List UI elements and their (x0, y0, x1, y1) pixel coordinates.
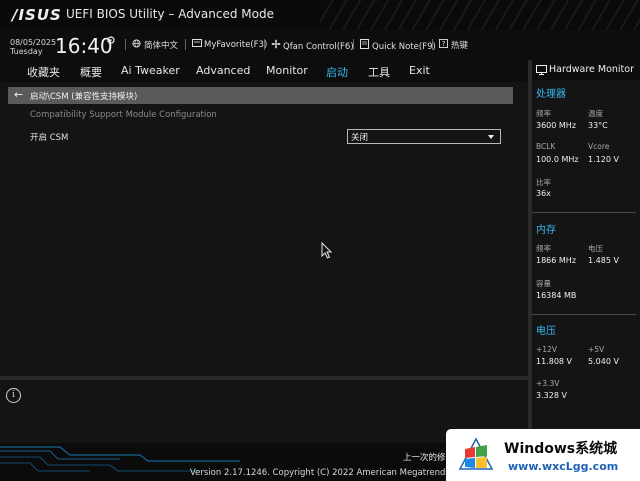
memory-frequency-value: 1866 MHz (536, 256, 577, 265)
tab-advanced[interactable]: Advanced (196, 64, 250, 77)
voltage-12v-label: +12V (536, 345, 557, 354)
monitor-icon (536, 65, 547, 75)
cpu-temperature-label: 温度 (588, 109, 603, 118)
vcore-label: Vcore (588, 142, 610, 151)
mouse-pointer-icon (321, 242, 332, 259)
windows-logo-icon (458, 437, 494, 470)
tab-boot[interactable]: 启动 (326, 64, 348, 80)
csm-dropdown[interactable]: 关闭 (347, 129, 501, 144)
divider (532, 212, 636, 213)
memory-frequency-label: 频率 (536, 244, 551, 253)
memory-capacity-label: 容量 (536, 279, 551, 288)
clock-settings-gear-icon[interactable]: ⚙ (106, 34, 116, 47)
svg-text:?: ? (442, 39, 446, 48)
cpu-ratio-value: 36x (536, 189, 551, 198)
memory-voltage-label: 电压 (588, 244, 603, 253)
last-modified-button[interactable]: 上一次的修 (403, 451, 446, 463)
memory-voltage-value: 1.485 V (588, 256, 619, 265)
hardware-monitor-header: Hardware Monitor (532, 60, 640, 80)
day-text: Tuesday (10, 47, 43, 56)
tab-tool[interactable]: 工具 (368, 64, 390, 80)
cpu-ratio-label: 比率 (536, 178, 551, 187)
section-header: Compatibility Support Module Configurati… (30, 110, 217, 120)
hotkey-icon: ? (438, 39, 449, 51)
divider (264, 39, 265, 50)
voltage-5v-value: 5.040 V (588, 357, 619, 366)
divider (185, 39, 186, 50)
clock: 16:40 (55, 34, 113, 58)
memory-section-title: 内存 (536, 225, 556, 236)
info-icon: i (6, 388, 21, 403)
divider (353, 39, 354, 50)
cpu-frequency-label: 频率 (536, 109, 551, 118)
date-text: 08/05/2025 (10, 38, 57, 47)
title-bar: /ISUS UEFI BIOS Utility – Advanced Mode (0, 0, 640, 30)
hotkeys-button[interactable]: ? 热键 (438, 39, 468, 51)
csm-setting-label: 开启 CSM (30, 133, 69, 143)
quick-note-label: Quick Note(F9) (372, 42, 436, 52)
myfavorite-label: MyFavorite(F3) (204, 40, 268, 50)
divider (532, 314, 636, 315)
tab-ai-tweaker[interactable]: Ai Tweaker (121, 64, 180, 77)
language-label: 简体中文 (144, 41, 179, 51)
tab-exit[interactable]: Exit (409, 64, 430, 77)
breadcrumb-label: 启动\CSM (兼容性支持模块) (30, 92, 138, 102)
title-bar-decoration (320, 0, 640, 30)
version-text: Version 2.17.1246. Copyright (C) 2022 Am… (190, 468, 464, 478)
cpu-section-title: 处理器 (536, 89, 566, 100)
qfan-control-label: Qfan Control(F6) (283, 42, 354, 52)
voltage-5v-label: +5V (588, 345, 605, 354)
info-bar: 08/05/2025 Tuesday 16:40 ⚙ 简体中文 MyFavori… (0, 30, 640, 60)
windows-watermark: Windows系统城 www.wxcLgg.com (446, 429, 640, 481)
hardware-monitor-panel: Hardware Monitor 处理器 频率 温度 3600 MHz 33°C… (532, 60, 640, 443)
favorite-icon (191, 39, 202, 50)
tab-favorites[interactable]: 收藏夹 (27, 64, 60, 80)
hardware-monitor-title: Hardware Monitor (549, 64, 634, 75)
voltage-3v3-value: 3.328 V (536, 391, 567, 400)
voltage-12v-value: 11.808 V (536, 357, 573, 366)
app-title: UEFI BIOS Utility – Advanced Mode (66, 7, 274, 21)
voltage-section-title: 电压 (536, 326, 556, 337)
qfan-control-button[interactable]: Qfan Control(F6) (270, 39, 354, 52)
divider (432, 39, 433, 50)
breadcrumb[interactable]: ← 启动\CSM (兼容性支持模块) (8, 87, 513, 104)
watermark-site-text: www.wxcLgg.com (508, 460, 619, 473)
myfavorite-button[interactable]: MyFavorite(F3) (191, 39, 267, 50)
hotkeys-label: 热键 (451, 41, 469, 51)
bclk-label: BCLK (536, 142, 556, 151)
date-display: 08/05/2025 Tuesday (10, 38, 56, 56)
note-icon (359, 39, 370, 52)
cpu-frequency-value: 3600 MHz (536, 121, 577, 130)
csm-dropdown-value: 关闭 (351, 133, 369, 143)
language-button[interactable]: 简体中文 (131, 39, 178, 51)
tab-main[interactable]: 概要 (80, 64, 102, 80)
main-content: ← 启动\CSM (兼容性支持模块) Compatibility Support… (0, 82, 528, 376)
voltage-3v3-label: +3.3V (536, 379, 560, 388)
watermark-brand-text: Windows系统城 (504, 441, 618, 457)
vcore-value: 1.120 V (588, 155, 619, 164)
cpu-temperature-value: 33°C (588, 121, 608, 130)
back-arrow-icon[interactable]: ← (14, 88, 23, 101)
divider (125, 39, 126, 50)
tab-monitor[interactable]: Monitor (266, 64, 308, 77)
globe-icon (131, 39, 142, 51)
bclk-value: 100.0 MHz (536, 155, 579, 164)
fan-icon (270, 39, 281, 52)
chevron-down-icon (488, 135, 494, 139)
memory-capacity-value: 16384 MB (536, 291, 577, 300)
quick-note-button[interactable]: Quick Note(F9) (359, 39, 436, 52)
asus-logo: /ISUS (12, 6, 62, 24)
main-menu-bar: 收藏夹 概要 Ai Tweaker Advanced Monitor 启动 工具… (0, 60, 528, 82)
